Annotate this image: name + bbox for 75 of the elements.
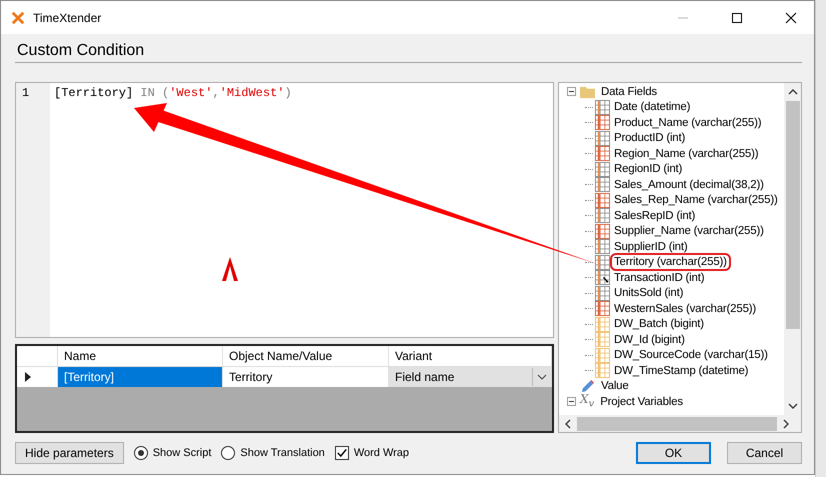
folder-icon [580,84,595,100]
pencil-icon [580,378,595,394]
field-table-icon [595,239,610,254]
column-header: Variant [389,346,552,366]
tree-item[interactable]: SupplierID (int) [612,240,690,254]
field-table-icon [595,115,610,130]
field-table-icon [595,301,610,316]
app-logo-icon [11,10,25,24]
tree-item[interactable]: Region_Name (varchar(255)) [612,146,760,161]
tree-item[interactable]: Supplier_Name (varchar(255)) [612,224,766,238]
tree-item[interactable]: RegionID (int) [612,162,684,176]
horizontal-scrollbar[interactable] [559,415,801,432]
dialog-heading: Custom Condition [15,34,802,63]
checkbox[interactable] [334,446,349,460]
tree-item[interactable]: Sales_Amount (decimal(38,2)) [612,178,766,192]
tree-item[interactable]: DW_TimeStamp (datetime) [612,364,750,378]
field-table-icon [595,363,610,378]
code-line: [Territory] IN ('West','MidWest') [53,85,292,100]
field-table-icon [595,316,610,332]
tree-item[interactable]: Data Fields [599,84,659,99]
tree-item[interactable]: TransactionID (int) [612,270,706,285]
field-table-icon [595,208,610,224]
table-cell[interactable]: Territory [223,367,389,387]
hide-parameters-button[interactable]: Hide parameters [15,442,124,464]
tree-item[interactable]: ProductID (int) [612,131,688,146]
tree-item[interactable]: SalesRepID (int) [612,208,698,223]
scroll-left-icon[interactable] [565,418,571,428]
scroll-down-icon[interactable] [788,403,798,409]
tree-item[interactable]: Territory (varchar(255)) [612,255,729,270]
radio-button[interactable] [221,446,236,460]
field-table-icon [595,286,610,301]
column-header: Name [58,346,223,366]
tree-item[interactable]: WesternSales (varchar(255)) [612,302,758,316]
field-table-icon [595,224,610,239]
tree-item[interactable]: Project Variables [598,394,685,409]
field-table-icon [595,332,610,348]
field-table-icon [595,254,610,270]
window-title: TimeXtender [33,10,102,24]
variable-icon: X$_{v}$ [580,392,594,412]
radio-label[interactable]: Show Script [152,447,212,459]
variant-dropdown[interactable]: Field name [389,367,552,387]
tree-item[interactable]: UnitsSold (int) [612,286,686,300]
close-icon[interactable] [785,12,797,24]
scroll-up-icon[interactable] [788,89,798,95]
key-field-icon [595,270,610,286]
ok-button[interactable]: OK [636,442,711,464]
field-table-icon [595,192,610,208]
field-table-icon [595,146,610,162]
row-pointer-icon [25,372,31,382]
radio-label[interactable]: Show Translation [240,447,325,459]
tree-item[interactable]: Date (datetime) [612,100,692,114]
field-table-icon [595,162,610,177]
field-table-icon [595,130,610,146]
line-number: 1 [22,86,30,100]
maximize-icon[interactable] [731,12,743,24]
checkbox-label[interactable]: Word Wrap [354,447,410,459]
code-editor[interactable]: 1 [Territory] IN ('West','MidWest') [15,82,554,338]
field-table-icon [595,348,610,363]
tree-item[interactable]: DW_Id (bigint) [612,332,687,347]
vertical-scrollbar[interactable] [784,83,801,415]
tree-item[interactable]: Product_Name (varchar(255)) [612,116,764,130]
scroll-right-icon[interactable] [783,418,789,428]
radio-button[interactable] [134,446,148,460]
column-header: Object Name/Value [223,346,389,366]
field-table-icon [595,100,610,115]
cancel-button[interactable]: Cancel [727,442,802,464]
cursor-icon [222,257,238,281]
tree-item[interactable]: DW_Batch (bigint) [612,317,706,332]
field-table-icon [595,177,610,192]
table-cell[interactable]: [Territory] [58,367,223,387]
tree-item[interactable]: Value [599,379,631,394]
tree-item[interactable]: Sales_Rep_Name (varchar(255)) [612,193,780,208]
tree-item[interactable]: DW_SourceCode (varchar(15)) [612,348,770,362]
collapse-icon[interactable] [567,87,576,96]
collapse-icon[interactable] [567,397,576,406]
